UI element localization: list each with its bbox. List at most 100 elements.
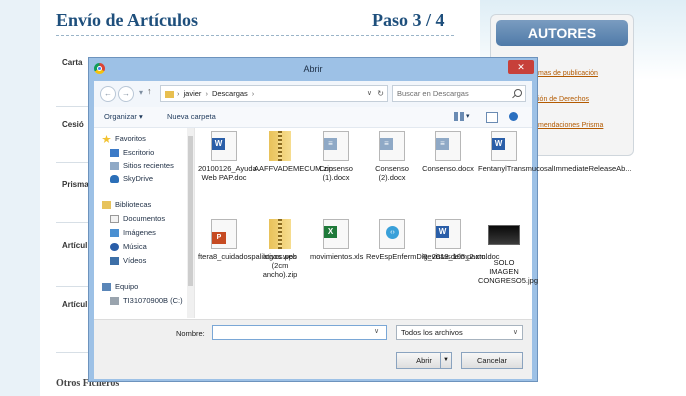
- nav-scrollbar[interactable]: [187, 128, 194, 318]
- nav-imagenes[interactable]: Imágenes: [110, 226, 156, 239]
- pictures-icon: [110, 229, 119, 238]
- file-name: 20100126_Ayuda Web PAP.doc: [198, 164, 257, 182]
- view-dropdown-icon[interactable]: ▾: [466, 107, 470, 127]
- nav-drive-c[interactable]: TI31070900B (C:): [110, 294, 183, 307]
- breadcrumb-descargas[interactable]: Descargas: [212, 89, 248, 98]
- file-name-dropdown-icon[interactable]: ∨: [374, 327, 379, 335]
- view-options-icon[interactable]: [454, 112, 464, 121]
- path-dropdown-icon[interactable]: ∨: [367, 86, 372, 101]
- forward-arrow-icon[interactable]: →: [118, 86, 134, 102]
- file-name-input[interactable]: [212, 325, 387, 340]
- file-item[interactable]: ≡ Consenso (2).docx: [366, 131, 418, 182]
- file-item[interactable]: X movimientos.xls: [310, 219, 363, 261]
- nav-bibliotecas[interactable]: Bibliotecas: [102, 198, 151, 211]
- breadcrumb-separator: ›: [251, 89, 255, 98]
- nav-videos-label: Vídeos: [123, 256, 147, 265]
- cancel-button[interactable]: Cancelar: [461, 352, 523, 369]
- nav-scrollbar-thumb[interactable]: [188, 136, 193, 286]
- navigation-pane: Favoritos Escritorio Sitios recientes Sk…: [94, 128, 195, 318]
- authors-link-cesion[interactable]: ión de Derechos: [538, 96, 589, 103]
- file-name: FentanylTransmucosalImmediateReleaseAb..…: [478, 164, 632, 173]
- preview-pane-icon[interactable]: [486, 112, 498, 123]
- file-item[interactable]: P ftera8_cuidadospaliativos.pps: [198, 219, 297, 261]
- file-item[interactable]: ≡ Consenso (1).docx: [310, 131, 362, 182]
- music-icon: [110, 243, 119, 252]
- file-item[interactable]: W 20100126_Ayuda Web PAP.doc: [198, 131, 257, 182]
- file-item[interactable]: W FentanylTransmucosalImmediateReleaseAb…: [478, 131, 632, 173]
- nav-escritorio[interactable]: Escritorio: [110, 146, 154, 159]
- docx-icon: ≡: [320, 131, 352, 161]
- word-icon: W: [208, 131, 240, 161]
- nav-drive-c-label: TI31070900B (C:): [123, 296, 183, 305]
- form-label-carta: Carta: [62, 58, 83, 67]
- authors-link-prisma[interactable]: mendaciones Prisma: [538, 122, 603, 129]
- zip-icon: [264, 131, 296, 161]
- step-indicator: Paso 3 / 4: [372, 10, 445, 30]
- nav-favorites[interactable]: Favoritos: [102, 132, 146, 145]
- file-item[interactable]: logos web (2cm ancho).zip: [254, 219, 306, 279]
- open-button[interactable]: Abrir ▼: [396, 352, 452, 369]
- open-file-dialog: Abrir ✕ ← → ▾ ↑ › javier › Descargas › ∨ ↻ B…: [88, 57, 632, 382]
- organize-menu[interactable]: Organizar ▾: [104, 107, 143, 127]
- file-item[interactable]: ≡ Consenso.docx: [422, 131, 474, 173]
- file-name: Consenso (1).docx: [319, 164, 353, 182]
- documents-icon: [110, 215, 119, 224]
- recent-dropdown-icon[interactable]: ▾: [134, 86, 148, 100]
- nav-skydrive[interactable]: SkyDrive: [110, 172, 153, 185]
- file-type-filter-label: Todos los archivos: [401, 328, 463, 337]
- refresh-icon[interactable]: ↻: [377, 86, 384, 101]
- file-item[interactable]: AAFFVADEMECUM.zip: [254, 131, 333, 173]
- authors-link-normas[interactable]: mas de publicación: [538, 70, 598, 77]
- new-folder-button[interactable]: Nueva carpeta: [167, 107, 216, 127]
- help-icon[interactable]: [509, 112, 518, 121]
- file-type-filter[interactable]: Todos los archivos ∨: [396, 325, 523, 340]
- nav-equipo-label: Equipo: [115, 282, 139, 291]
- library-icon: [102, 201, 111, 210]
- nav-musica[interactable]: Música: [110, 240, 147, 253]
- dialog-footer: Nombre: ∨ Todos los archivos ∨ Abrir ▼ C…: [94, 319, 532, 379]
- file-item[interactable]: W Revistasdeimpacto.doc: [422, 219, 500, 261]
- split-arrow-icon[interactable]: ▼: [440, 353, 451, 368]
- file-name-label: Nombre:: [176, 329, 205, 338]
- left-margin: [0, 0, 40, 396]
- image-icon: [488, 225, 520, 255]
- page-title: Envío de Artículos: [56, 10, 199, 30]
- xml-icon: ‹›: [376, 219, 408, 249]
- nav-musica-label: Música: [123, 242, 147, 251]
- star-icon: [102, 135, 111, 144]
- authors-header: AUTORES: [496, 20, 628, 46]
- file-name: SOLO IMAGEN CONGRESO5.jpg: [478, 258, 539, 285]
- cloud-icon: [110, 175, 119, 184]
- back-arrow-icon[interactable]: ←: [100, 86, 116, 102]
- close-button[interactable]: ✕: [508, 60, 534, 74]
- nav-imagenes-label: Imágenes: [123, 228, 156, 237]
- title-divider: [56, 35, 454, 36]
- nav-equipo[interactable]: Equipo: [102, 280, 138, 293]
- recent-places-icon: [110, 162, 119, 171]
- docx-icon: ≡: [432, 131, 464, 161]
- open-button-label: Abrir: [416, 356, 432, 365]
- form-label-articulo-1: Artícul: [62, 241, 88, 250]
- file-item[interactable]: SOLO IMAGEN CONGRESO5.jpg: [478, 219, 538, 285]
- search-input[interactable]: Buscar en Descargas: [392, 85, 526, 102]
- form-label-articulo-2: Artícul: [62, 300, 88, 309]
- command-toolbar: Organizar ▾ Nueva carpeta ▾: [94, 107, 532, 128]
- file-item[interactable]: ‹› RevEspEnfermDig_2013_105_2.xml: [366, 219, 487, 261]
- nav-documentos[interactable]: Documentos: [110, 212, 165, 225]
- dialog-body: ← → ▾ ↑ › javier › Descargas › ∨ ↻ Buscar en…: [94, 81, 632, 379]
- folder-icon: [165, 90, 174, 98]
- up-arrow-icon[interactable]: ↑: [147, 86, 152, 96]
- nav-sitios-recientes[interactable]: Sitios recientes: [110, 159, 174, 172]
- path-breadcrumb[interactable]: › javier › Descargas › ∨ ↻: [160, 85, 388, 102]
- breadcrumb-javier[interactable]: javier: [184, 89, 202, 98]
- desktop-icon: [110, 149, 119, 158]
- file-name: Consenso (2).docx: [375, 164, 409, 182]
- file-name: Consenso.docx: [422, 164, 474, 173]
- nav-sitios-label: Sitios recientes: [123, 161, 174, 170]
- dialog-title: Abrir: [303, 64, 323, 74]
- nav-videos[interactable]: Vídeos: [110, 254, 146, 267]
- word-icon: W: [432, 219, 464, 249]
- nav-favorites-label: Favoritos: [115, 134, 146, 143]
- nav-bibliotecas-label: Bibliotecas: [115, 200, 152, 209]
- breadcrumb-separator: ›: [205, 89, 208, 98]
